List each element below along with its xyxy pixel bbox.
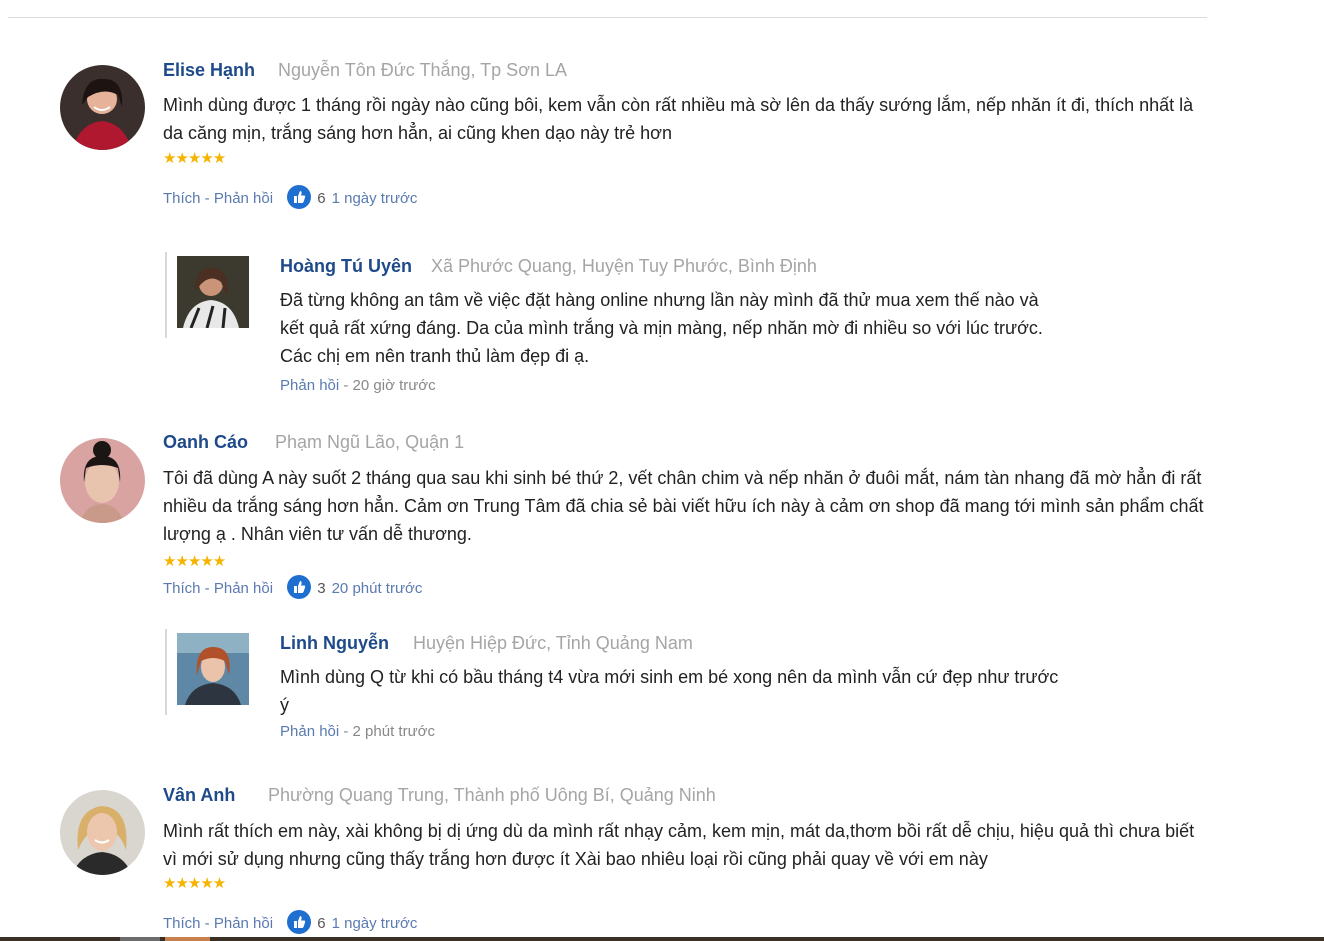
reply-text: Đã từng không an tâm về việc đặt hàng on… (280, 290, 1043, 366)
reply-time: - 20 giờ trước (339, 377, 436, 394)
thumbs-up-icon[interactable] (287, 575, 312, 599)
reply-divider (165, 252, 167, 338)
commenter-name[interactable]: Elise Hạnh (163, 60, 255, 81)
reply-divider (165, 629, 167, 715)
comment-actions: Thích - Phản hồi 6 1 ngày trước (163, 185, 418, 211)
separator: - (200, 189, 214, 207)
separator: - (200, 914, 214, 932)
comment-actions: Thích - Phản hồi 3 20 phút trước (163, 575, 423, 601)
reply-link[interactable]: Phản hồi (214, 580, 273, 597)
reply-actions: Phản hồi - 20 giờ trước (280, 377, 436, 394)
reply-time: - 2 phút trước (339, 723, 435, 740)
reply-location: Huyện Hiệp Đức, Tỉnh Quảng Nam (413, 633, 693, 653)
reply-link[interactable]: Phản hồi (280, 723, 339, 740)
star-rating: ★★★★★ (163, 553, 226, 570)
comment-text: Mình rất thích em này, xài không bị dị ứ… (163, 821, 1195, 869)
star-rating: ★★★★★ (163, 150, 226, 167)
bottom-bar (0, 937, 1324, 941)
reply-avatar[interactable] (177, 633, 249, 705)
reply-avatar[interactable] (177, 256, 249, 328)
like-link[interactable]: Thích (163, 580, 201, 597)
avatar[interactable] (60, 65, 145, 150)
reply-actions: Phản hồi - 2 phút trước (280, 723, 435, 740)
reply-name[interactable]: Linh Nguyễn (280, 633, 389, 654)
reply-link[interactable]: Phản hồi (280, 377, 339, 394)
separator: - (200, 579, 214, 597)
reply-text: Mình dùng Q từ khi có bầu tháng t4 vừa m… (280, 667, 1059, 715)
comment-time[interactable]: 20 phút trước (332, 580, 423, 597)
reply-name[interactable]: Hoàng Tú Uyên (280, 256, 412, 277)
bottom-bar-segment (165, 937, 210, 941)
commenter-location: Phường Quang Trung, Thành phố Uông Bí, Q… (268, 785, 716, 805)
commenter-name[interactable]: Oanh Cáo (163, 432, 248, 453)
thumbs-up-icon[interactable] (287, 910, 312, 934)
comment-text: Mình dùng được 1 tháng rồi ngày nào cũng… (163, 95, 1194, 143)
reply-1: Hoàng Tú Uyên Xã Phước Quang, Huyện Tuy … (165, 252, 1065, 394)
comment-time[interactable]: 1 ngày trước (332, 915, 418, 932)
reply-2: Linh Nguyễn Huyện Hiệp Đức, Tỉnh Quảng N… (165, 629, 1065, 749)
comment-text: Tôi đã dùng A này suốt 2 tháng qua sau k… (163, 468, 1204, 544)
reply-link[interactable]: Phản hồi (214, 190, 273, 207)
bottom-bar-segment (120, 937, 160, 941)
top-divider (8, 17, 1207, 18)
reply-link[interactable]: Phản hồi (214, 915, 273, 932)
avatar[interactable] (60, 438, 145, 523)
like-count: 6 (317, 189, 326, 207)
comment-time[interactable]: 1 ngày trước (332, 190, 418, 207)
reply-location: Xã Phước Quang, Huyện Tuy Phước, Bình Đị… (431, 256, 817, 276)
commenter-location: Phạm Ngũ Lão, Quận 1 (275, 432, 465, 452)
star-rating: ★★★★★ (163, 875, 226, 892)
commenter-location: Nguyễn Tôn Đức Thắng, Tp Sơn LA (278, 60, 568, 80)
like-link[interactable]: Thích (163, 915, 201, 932)
star-icon: ★★★★★ (163, 875, 226, 892)
comment-actions: Thích - Phản hồi 6 1 ngày trước (163, 910, 418, 936)
commenter-name[interactable]: Vân Anh (163, 785, 235, 806)
star-icon: ★★★★★ (163, 150, 226, 167)
thumbs-up-icon[interactable] (287, 185, 312, 209)
like-link[interactable]: Thích (163, 190, 201, 207)
like-count: 3 (317, 579, 326, 597)
star-icon: ★★★★★ (163, 553, 226, 570)
avatar[interactable] (60, 790, 145, 875)
like-count: 6 (317, 914, 326, 932)
